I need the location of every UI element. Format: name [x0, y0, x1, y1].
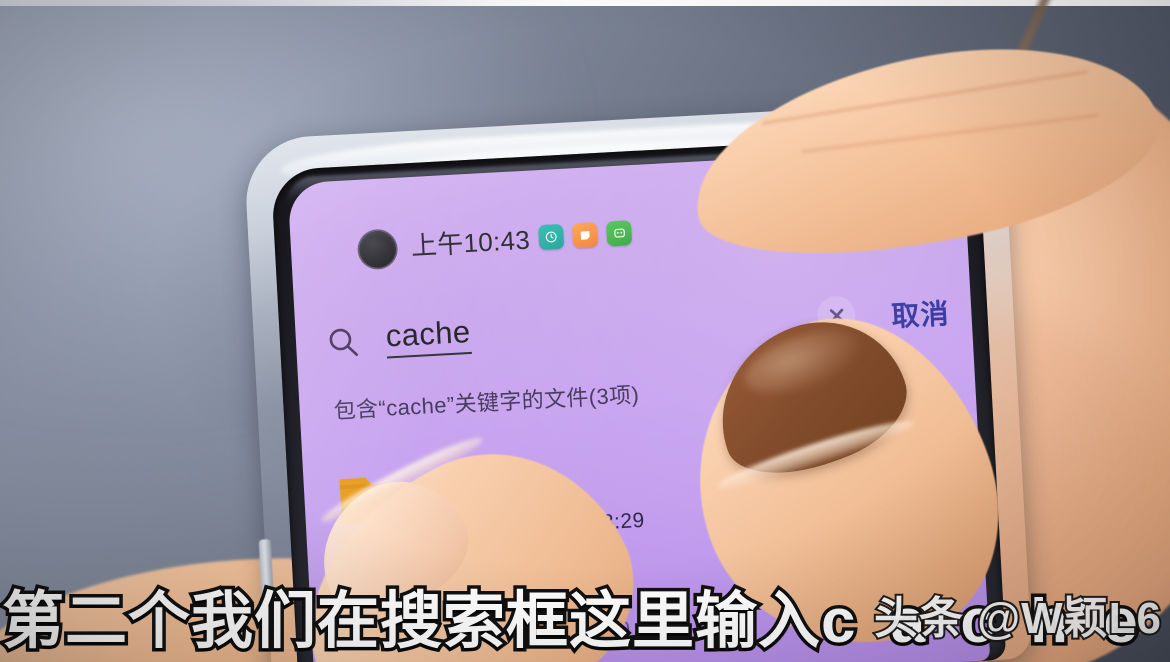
caption-text-chinese: 第二个我们在搜索框这里输入 — [0, 585, 824, 657]
index-finger — [676, 14, 1170, 287]
channel-watermark: 头条 @W颖L6 — [872, 592, 1163, 645]
hand-layer-front — [0, 0, 1170, 662]
screenshot-stage: 上午10:43 cache 取消 包含“cache”关键字的文件(3项) 第二个… — [0, 0, 1170, 662]
